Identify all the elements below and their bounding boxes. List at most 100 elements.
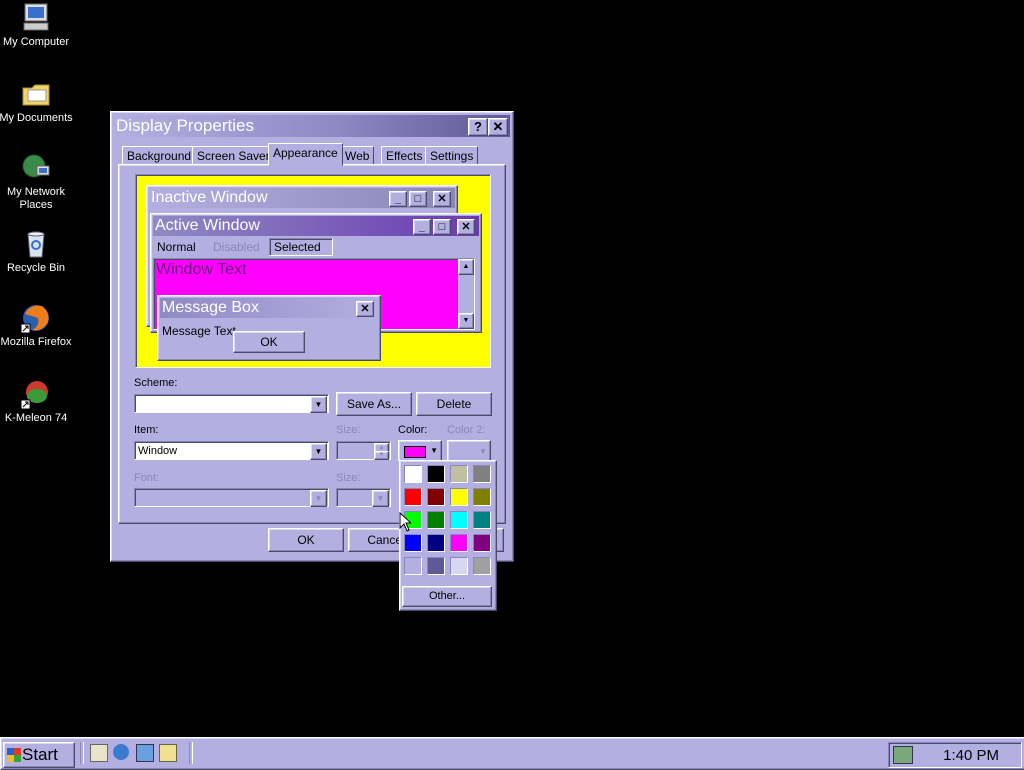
taskbar: Start 1:40 PM <box>0 737 1024 770</box>
save-as-button[interactable]: Save As... <box>336 392 412 416</box>
color2-label: Color 2: <box>447 424 486 436</box>
tab-background[interactable]: Background <box>122 146 197 166</box>
inactive-window-title: Inactive Window _ □ ✕ <box>149 188 455 208</box>
font-size-select: ▼ <box>336 488 391 507</box>
maximize-icon: □ <box>433 219 451 235</box>
item-size-spinner: ▲ ▼ <box>336 441 391 460</box>
font-size-label: Size: <box>336 472 361 484</box>
tab-web[interactable]: Web <box>340 146 375 166</box>
item-label: Item: <box>134 424 159 436</box>
tab-screen-saver[interactable]: Screen Saver <box>192 146 275 166</box>
desktop-icon-recycle-bin[interactable]: Recycle Bin <box>0 228 74 275</box>
chevron-down-icon: ▼ <box>430 446 438 455</box>
color-button[interactable]: ▼ <box>398 440 442 462</box>
title-bar[interactable]: Display Properties ? ✕ <box>114 115 510 137</box>
color-swatch[interactable] <box>427 557 445 575</box>
maximize-icon: □ <box>409 191 427 207</box>
current-color-swatch <box>404 446 426 458</box>
delete-button[interactable]: Delete <box>416 392 492 416</box>
menu-selected: Selected <box>269 238 333 256</box>
color-swatch[interactable] <box>450 557 468 575</box>
kmeleon-icon <box>20 378 52 410</box>
color-swatch[interactable] <box>473 557 491 575</box>
scrollbar: ▲ ▼ <box>458 259 474 329</box>
divider <box>80 742 84 764</box>
item-size-label: Size: <box>336 424 361 436</box>
help-button[interactable]: ? <box>468 118 488 136</box>
outlook-icon[interactable] <box>136 744 154 762</box>
color-swatch[interactable] <box>404 557 422 575</box>
desktop-icon-k-meleon[interactable]: K-Meleon 74 <box>0 378 74 425</box>
chevron-down-icon: ▼ <box>372 490 389 507</box>
recycle-bin-icon <box>20 228 52 260</box>
message-box-preview: Message Box ✕ Message Text OK <box>157 295 381 361</box>
desktop-icon[interactable] <box>90 744 108 762</box>
color-swatch[interactable] <box>473 534 491 552</box>
close-icon: ✕ <box>356 301 374 317</box>
divider <box>189 742 193 764</box>
windows-logo-icon <box>7 748 21 762</box>
mouse-cursor-icon <box>399 512 411 532</box>
chevron-down-icon[interactable]: ▼ <box>310 396 327 413</box>
color-swatch[interactable] <box>450 465 468 483</box>
window-title: Display Properties <box>116 116 254 135</box>
font-select: ▼ <box>134 488 329 507</box>
color-swatch[interactable] <box>450 511 468 529</box>
network-tray-icon[interactable] <box>893 746 913 764</box>
color-swatch[interactable] <box>450 534 468 552</box>
color-label: Color: <box>398 424 428 436</box>
color-swatch[interactable] <box>473 465 491 483</box>
scheme-select[interactable]: ▼ <box>134 394 329 413</box>
font-label: Font: <box>134 472 160 484</box>
computer-icon <box>20 2 52 34</box>
search-icon[interactable] <box>159 744 177 762</box>
minimize-icon: _ <box>389 191 407 207</box>
color-swatch[interactable] <box>473 511 491 529</box>
color-swatch[interactable] <box>473 488 491 506</box>
desktop-icon-my-network-places[interactable]: My Network Places <box>0 152 74 212</box>
folder-icon <box>20 78 52 110</box>
other-color-button[interactable]: Other... <box>402 586 492 607</box>
scheme-label: Scheme: <box>134 377 178 389</box>
item-select[interactable]: Window ▼ <box>134 441 329 460</box>
scroll-down-icon: ▼ <box>458 313 474 329</box>
scroll-up-icon: ▲ <box>458 259 474 275</box>
tab-effects[interactable]: Effects <box>381 146 428 166</box>
color-swatch[interactable] <box>427 511 445 529</box>
color-swatch[interactable] <box>450 488 468 506</box>
message-box-title: Message Box ✕ <box>160 298 378 318</box>
appearance-preview[interactable]: Inactive Window _ □ ✕ Active Window _ □ … <box>135 174 491 368</box>
color-swatch[interactable] <box>427 465 445 483</box>
firefox-icon <box>20 302 52 334</box>
network-icon <box>20 152 52 184</box>
color-swatch[interactable] <box>404 488 422 506</box>
desktop-icon-my-computer[interactable]: My Computer <box>0 2 74 49</box>
message-text: Message Text <box>162 324 236 338</box>
spin-down-icon: ▼ <box>374 451 389 460</box>
desktop-icon-label: My Network Places <box>6 186 66 211</box>
tab-settings[interactable]: Settings <box>425 146 479 166</box>
desktop-icon-mozilla-firefox[interactable]: Mozilla Firefox <box>0 302 74 349</box>
desktop-icon-my-documents[interactable]: My Documents <box>0 78 74 125</box>
desktop-icon-label: K-Meleon 74 <box>4 412 68 424</box>
color-swatch[interactable] <box>404 534 422 552</box>
clock[interactable]: 1:40 PM <box>943 747 999 764</box>
color-swatch[interactable] <box>427 534 445 552</box>
desktop-icon-label: My Computer <box>2 36 70 48</box>
message-ok-button: OK <box>233 331 305 353</box>
desktop-icon-label: Mozilla Firefox <box>0 336 72 348</box>
menu-normal: Normal <box>157 240 196 254</box>
start-button[interactable]: Start <box>3 742 75 768</box>
color-swatch[interactable] <box>427 488 445 506</box>
color-swatch[interactable] <box>404 465 422 483</box>
close-icon: ✕ <box>457 219 475 235</box>
chevron-down-icon[interactable]: ▼ <box>310 443 327 460</box>
close-icon: ✕ <box>433 191 451 207</box>
desktop-icon-label: My Documents <box>0 112 73 124</box>
tab-appearance[interactable]: Appearance <box>268 143 343 166</box>
ok-button[interactable]: OK <box>268 528 344 552</box>
desktop-icon-label: Recycle Bin <box>6 262 66 274</box>
ie-icon[interactable] <box>113 744 129 760</box>
system-tray: 1:40 PM <box>888 742 1022 768</box>
close-button[interactable]: ✕ <box>488 118 508 136</box>
